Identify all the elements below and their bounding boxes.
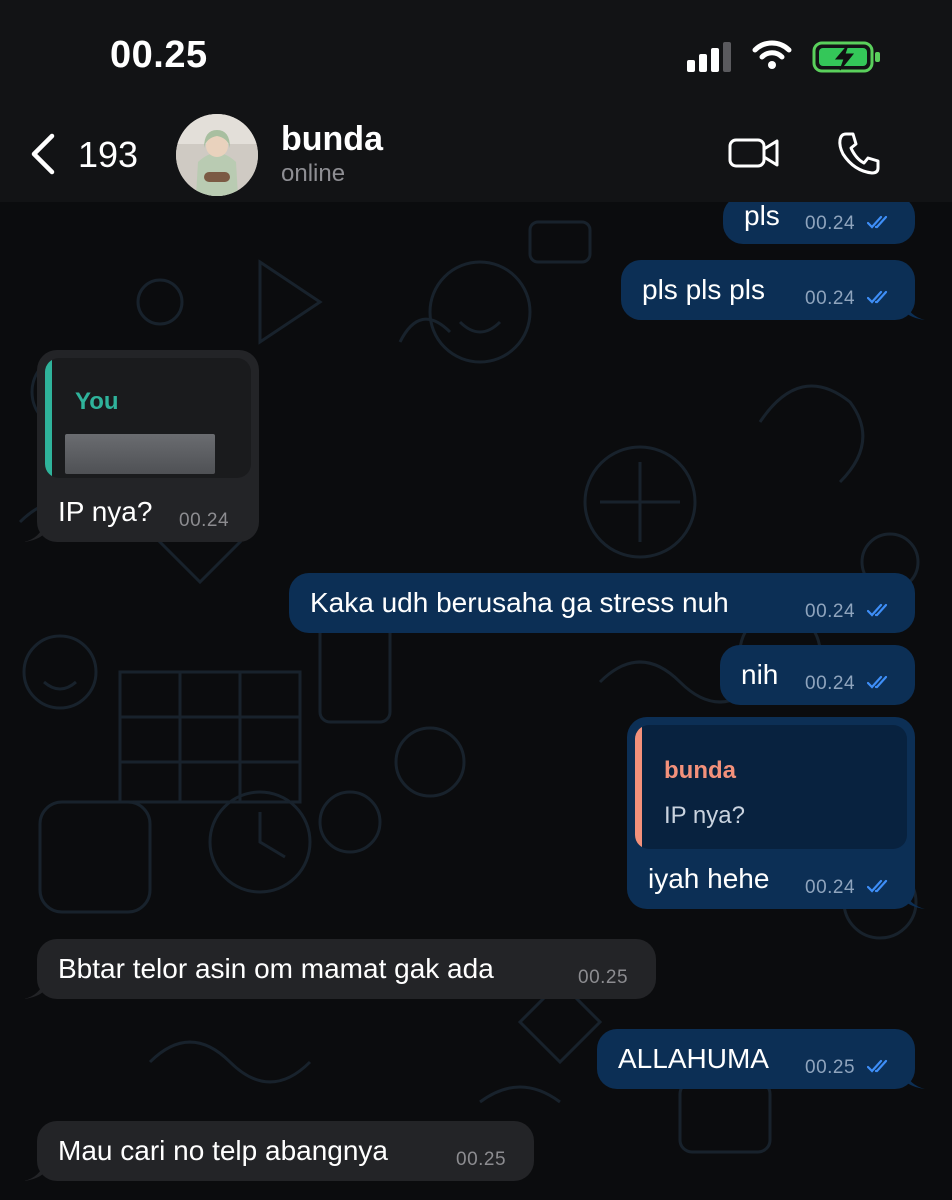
bubble-tail [24,524,44,542]
outgoing-message[interactable]: pls 00.24 [723,202,915,244]
read-receipt-icon [867,215,888,229]
message-text: IP nya? [58,496,153,527]
message-time: 00.24 [805,877,856,898]
quoted-message[interactable]: You [45,358,251,478]
message-text: pls [744,202,780,231]
chat-area[interactable]: pls 00.24 pls pls pls 00.24 You IP nya? … [0,202,952,1200]
message-text: Bbtar telor asin om mamat gak ada [58,953,494,984]
message-time: 00.25 [578,967,629,988]
message-text: Mau cari no telp abangnya [58,1135,388,1166]
chat-header: 193 bunda online [0,110,952,202]
quoted-message[interactable]: bunda IP nya? [635,725,907,849]
message-time: 00.25 [805,1057,856,1078]
contact-avatar[interactable] [176,114,258,196]
message-text: Kaka udh berusaha ga stress nuh [310,587,729,618]
outgoing-message[interactable]: bunda IP nya? iyah hehe 00.24 [627,717,915,909]
message-time: 00.24 [805,213,856,234]
back-chevron-icon[interactable] [28,132,58,176]
outgoing-message[interactable]: nih 00.24 [720,645,915,705]
message-time: 00.24 [805,288,856,309]
outgoing-message[interactable]: pls pls pls 00.24 [621,260,915,320]
status-time: 00.25 [110,34,208,76]
outgoing-message[interactable]: Kaka udh berusaha ga stress nuh 00.24 [289,573,915,633]
redacted-quote-text [65,434,215,474]
read-receipt-icon [867,1059,888,1073]
cellular-signal-icon [687,42,731,72]
bubble-tail [24,981,44,999]
status-bar: 00.25 [0,0,952,110]
read-receipt-icon [867,879,888,893]
message-time: 00.24 [805,673,856,694]
contact-name[interactable]: bunda [281,120,383,159]
wifi-icon [752,40,792,69]
quote-text: IP nya? [664,802,745,829]
contact-status: online [281,160,346,187]
message-time: 00.24 [179,510,230,531]
message-text: nih [741,659,779,690]
message-time: 00.25 [456,1149,507,1170]
quote-sender: You [75,388,119,415]
outgoing-message[interactable]: ALLAHUMA 00.25 [597,1029,915,1089]
bubble-tail [905,302,925,320]
phone-call-icon[interactable] [836,130,880,176]
unread-count[interactable]: 193 [78,134,138,176]
message-text: iyah hehe [648,863,770,894]
incoming-message[interactable]: Mau cari no telp abangnya 00.25 [37,1121,534,1181]
quote-bar [635,725,642,849]
incoming-message[interactable]: You IP nya? 00.24 [37,350,259,542]
message-text: pls pls pls [642,274,765,305]
bubble-tail [24,1163,44,1181]
battery-charging-icon [812,41,880,73]
read-receipt-icon [867,675,888,689]
bubble-tail [905,891,925,909]
read-receipt-icon [867,603,888,617]
bubble-tail [905,1071,925,1089]
video-call-icon[interactable] [728,134,780,172]
quote-bar [45,358,52,478]
quote-sender: bunda [664,757,736,784]
incoming-message[interactable]: Bbtar telor asin om mamat gak ada 00.25 [37,939,656,999]
message-time: 00.24 [805,601,856,622]
read-receipt-icon [867,290,888,304]
message-text: ALLAHUMA [618,1043,769,1074]
